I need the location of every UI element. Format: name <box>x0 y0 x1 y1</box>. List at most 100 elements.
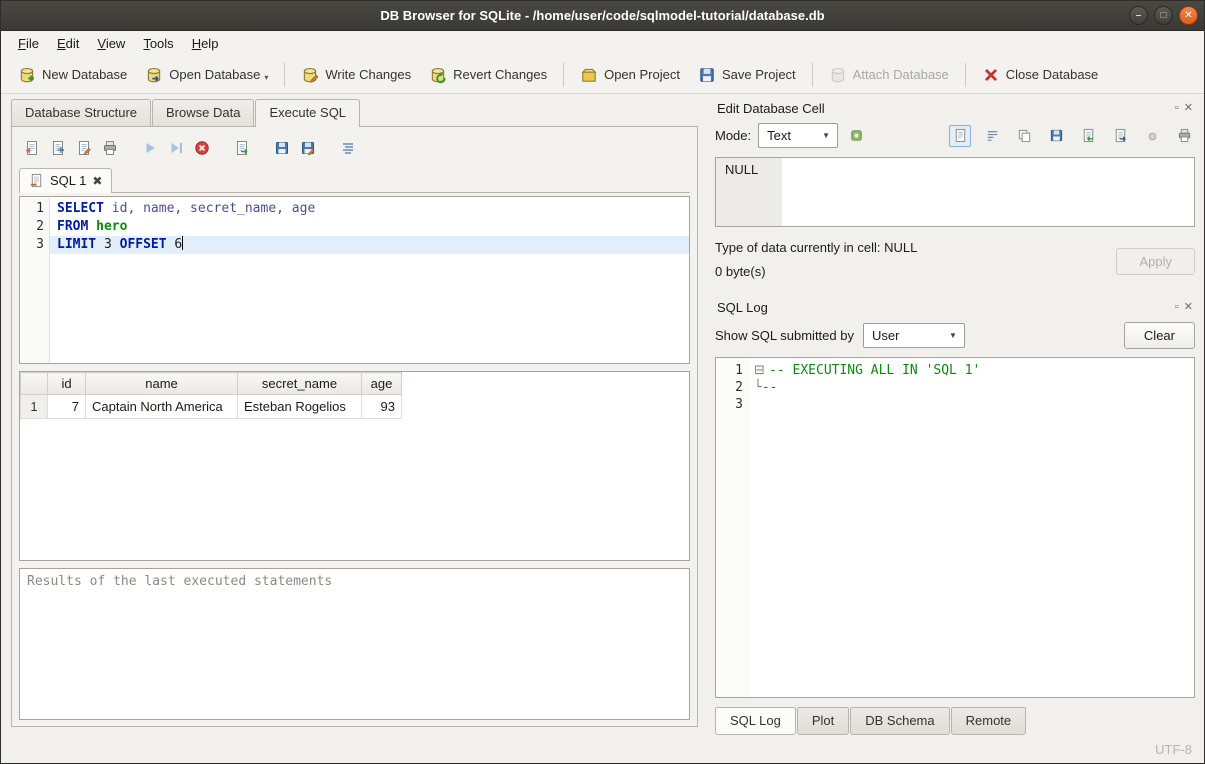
log-content: ⊟ -- EXECUTING ALL IN 'SQL 1' └-- <box>750 358 1194 697</box>
column-header-secret-name[interactable]: secret_name <box>238 373 362 395</box>
text-mode-icon[interactable] <box>949 125 971 147</box>
toolbar-separator <box>563 63 564 87</box>
save-results-view-icon[interactable] <box>269 136 295 160</box>
close-database-icon <box>982 66 1000 84</box>
execute-sql-panel: SQL 1 ✖ 1 2 3 SELECT id, name, secret_na… <box>11 126 698 727</box>
sql-log-dock-header[interactable]: SQL Log ▫ ✕ <box>715 295 1195 319</box>
maximize-button[interactable]: □ <box>1154 6 1173 25</box>
left-pane: Database Structure Browse Data Execute S… <box>1 94 707 735</box>
sql-document-tab-label: SQL 1 <box>50 173 86 188</box>
log-filter-row: Show SQL submitted by User ▼ Clear <box>715 319 1195 357</box>
float-dock-icon[interactable]: ▫ <box>1175 103 1179 114</box>
close-tab-icon[interactable]: ✖ <box>92 174 102 188</box>
open-query-new-tab-icon[interactable] <box>229 136 255 160</box>
mode-combobox[interactable]: Text ▼ <box>758 123 838 148</box>
new-database-button[interactable]: New Database <box>9 61 136 89</box>
log-line: └-- <box>750 379 1194 396</box>
mode-label: Mode: <box>715 128 751 143</box>
edit-cell-dock-header[interactable]: Edit Database Cell ▫ ✕ <box>715 96 1195 120</box>
format-sql-icon[interactable] <box>335 136 361 160</box>
clear-log-button[interactable]: Clear <box>1124 322 1195 349</box>
line-number: 3 <box>20 236 44 254</box>
close-database-button[interactable]: Close Database <box>973 61 1108 89</box>
cell-age[interactable]: 93 <box>362 395 402 419</box>
right-pane: Edit Database Cell ▫ ✕ Mode: Text ▼ <box>707 94 1204 735</box>
copy-icon[interactable] <box>1013 125 1035 147</box>
tab-db-schema[interactable]: DB Schema <box>850 707 949 735</box>
menu-edit[interactable]: Edit <box>48 33 88 54</box>
save-sql-file-icon[interactable] <box>45 136 71 160</box>
menu-view[interactable]: View <box>88 33 134 54</box>
tab-sql-log[interactable]: SQL Log <box>715 707 796 735</box>
cell-value: NULL <box>716 158 782 226</box>
minimize-button[interactable]: – <box>1129 6 1148 25</box>
word-wrap-icon[interactable] <box>981 125 1003 147</box>
column-header-name[interactable]: name <box>86 373 238 395</box>
corner-header[interactable] <box>21 373 48 395</box>
save-sql-file-as-icon[interactable] <box>71 136 97 160</box>
tab-execute-sql[interactable]: Execute SQL <box>255 99 360 127</box>
tab-browse-data[interactable]: Browse Data <box>152 99 254 126</box>
stop-icon[interactable] <box>189 136 215 160</box>
cell-mode-row: Mode: Text ▼ <box>715 120 1195 157</box>
sql-document-tab[interactable]: SQL 1 ✖ <box>19 168 112 193</box>
open-project-button[interactable]: Open Project <box>571 61 689 89</box>
menu-bar: File Edit View Tools Help <box>1 31 1204 56</box>
menu-tools[interactable]: Tools <box>134 33 182 54</box>
code-area[interactable]: SELECT id, name, secret_name, age FROM h… <box>50 197 689 363</box>
results-header-row: id name secret_name age <box>21 373 402 395</box>
tab-plot[interactable]: Plot <box>797 707 849 735</box>
log-filter-label: Show SQL submitted by <box>715 328 854 343</box>
cell-id[interactable]: 7 <box>48 395 86 419</box>
write-changes-button[interactable]: Write Changes <box>292 61 420 89</box>
save-results-as-icon[interactable] <box>295 136 321 160</box>
execution-message: Results of the last executed statements <box>27 574 332 589</box>
auto-format-icon[interactable] <box>845 125 867 147</box>
results-grid[interactable]: id name secret_name age 1 7 Captain Nort… <box>19 371 690 561</box>
dock-controls: ▫ ✕ <box>1175 103 1193 114</box>
new-database-icon <box>18 66 36 84</box>
open-database-dropdown-icon[interactable]: ▾ <box>264 73 268 82</box>
revert-changes-button[interactable]: Revert Changes <box>420 61 556 89</box>
sql-editor[interactable]: 1 2 3 SELECT id, name, secret_name, age … <box>19 196 690 364</box>
tab-database-structure[interactable]: Database Structure <box>11 99 151 126</box>
main-toolbar: New Database Open Database ▾ Write Chang… <box>1 56 1204 94</box>
sql-code: SELECT id, name, secret_name, age <box>57 201 315 216</box>
tab-remote[interactable]: Remote <box>951 707 1027 735</box>
cell-value-editor[interactable]: NULL <box>715 157 1195 227</box>
menu-file[interactable]: File <box>9 33 48 54</box>
sql-log-view[interactable]: 1 2 3 ⊟ -- EXECUTING ALL IN 'SQL 1' └-- <box>715 357 1195 698</box>
sql-code: FROM hero <box>57 219 127 234</box>
table-row[interactable]: 1 7 Captain North America Esteban Rogeli… <box>21 395 402 419</box>
import-cell-icon[interactable] <box>1077 125 1099 147</box>
sql-editor-line[interactable]: SELECT id, name, secret_name, age <box>50 200 689 218</box>
close-button[interactable]: ✕ <box>1179 6 1198 25</box>
save-project-button[interactable]: Save Project <box>689 61 805 89</box>
apply-button[interactable]: Apply <box>1116 248 1195 275</box>
log-filter-combobox[interactable]: User ▼ <box>863 323 965 348</box>
float-dock-icon[interactable]: ▫ <box>1175 302 1179 313</box>
window-controls: – □ ✕ <box>1123 6 1198 25</box>
export-cell-icon[interactable] <box>1109 125 1131 147</box>
log-text: -- <box>762 380 778 395</box>
title-bar[interactable]: DB Browser for SQLite - /home/user/code/… <box>1 1 1204 31</box>
execute-all-icon[interactable] <box>137 136 163 160</box>
cell-secret-name[interactable]: Esteban Rogelios <box>238 395 362 419</box>
menu-help[interactable]: Help <box>183 33 228 54</box>
print-cell-icon[interactable] <box>1173 125 1195 147</box>
sql-editor-line-current[interactable]: LIMIT 3 OFFSET 6 <box>50 236 689 254</box>
sql-editor-line[interactable]: FROM hero <box>50 218 689 236</box>
open-sql-file-icon[interactable] <box>19 136 45 160</box>
close-dock-icon[interactable]: ✕ <box>1184 302 1193 313</box>
close-dock-icon[interactable]: ✕ <box>1184 103 1193 114</box>
cell-name[interactable]: Captain North America <box>86 395 238 419</box>
column-header-id[interactable]: id <box>48 373 86 395</box>
open-database-button[interactable]: Open Database ▾ <box>136 61 277 89</box>
encoding-indicator[interactable]: UTF-8 <box>1155 742 1192 757</box>
row-number[interactable]: 1 <box>21 395 48 419</box>
save-cell-icon[interactable] <box>1045 125 1067 147</box>
execute-current-line-icon[interactable] <box>163 136 189 160</box>
fold-marker-icon[interactable]: ⊟ <box>754 363 769 378</box>
column-header-age[interactable]: age <box>362 373 402 395</box>
print-icon[interactable] <box>97 136 123 160</box>
